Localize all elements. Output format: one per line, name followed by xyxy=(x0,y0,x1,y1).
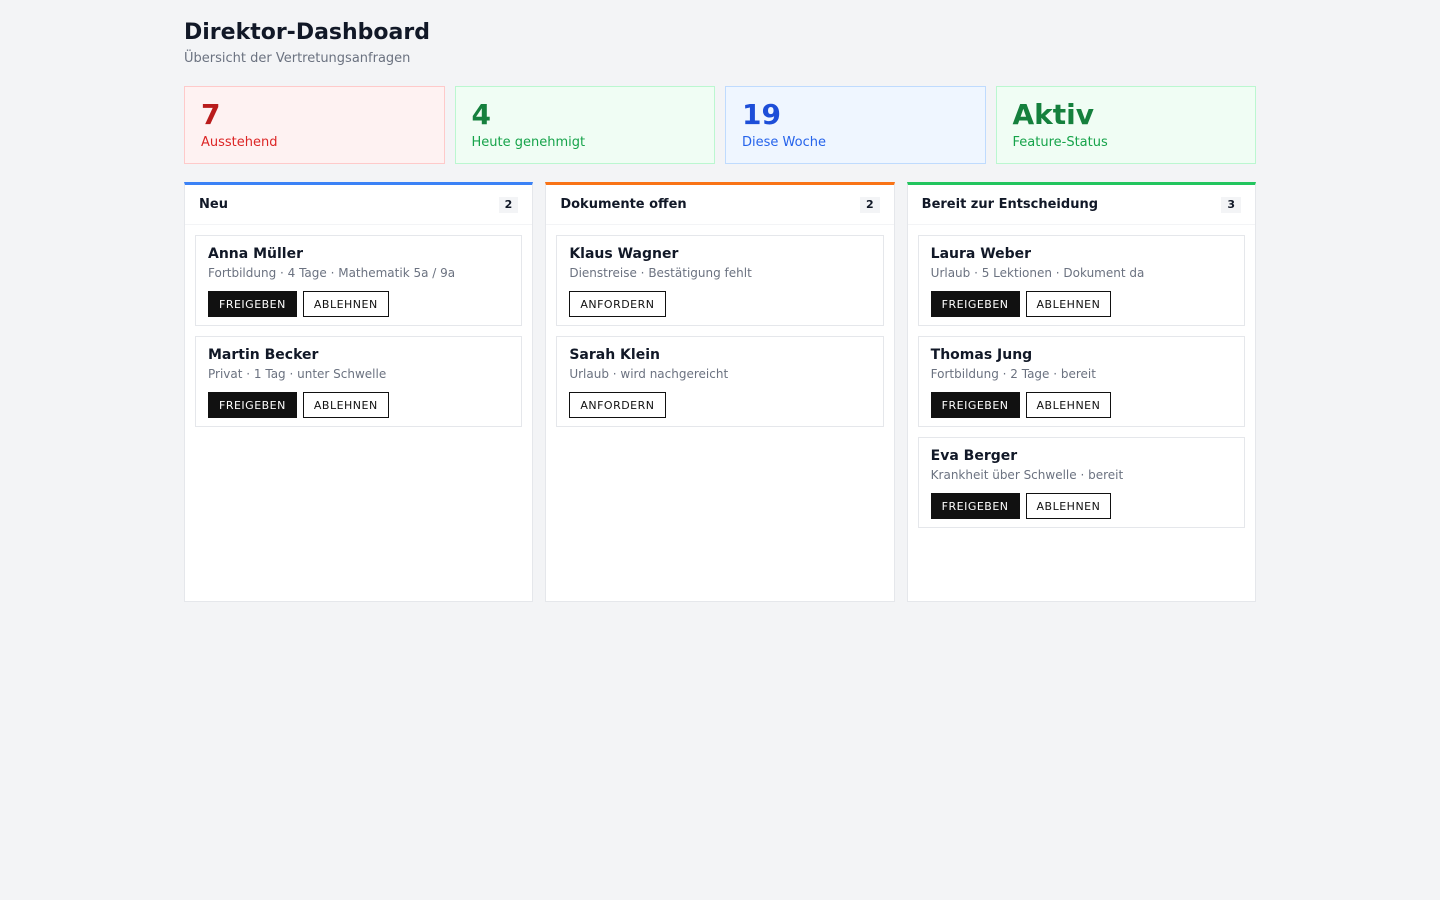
requester-name: Eva Berger xyxy=(930,448,1018,464)
request-documents-button[interactable]: ANFORDERN xyxy=(569,291,666,317)
column-title: Bereit zur Entscheidung xyxy=(921,197,1099,212)
card-actions: ANFORDERN xyxy=(569,291,870,317)
request-details: Krankheit über Schwelle · bereit xyxy=(930,468,1124,482)
reject-button[interactable]: ABLEHNEN xyxy=(302,392,389,418)
column-title: Dokumente offen xyxy=(560,197,687,212)
column-header: Neu 2 xyxy=(185,185,533,225)
column-header: Dokumente offen 2 xyxy=(546,185,894,225)
stat-card-this-week: 19 Diese Woche xyxy=(725,86,986,164)
request-card: Klaus Wagner Dienstreise · Bestätigung f… xyxy=(556,235,884,326)
requester-name: Sarah Klein xyxy=(569,347,660,363)
page-subtitle: Übersicht der Vertretungsanfragen xyxy=(184,51,411,66)
approve-button[interactable]: FREIGEBEN xyxy=(930,493,1020,519)
requester-name: Martin Becker xyxy=(208,347,319,363)
request-card: Martin Becker Privat · 1 Tag · unter Sch… xyxy=(195,336,523,427)
stat-value: Aktiv xyxy=(1012,98,1095,131)
stat-label: Ausstehend xyxy=(201,135,278,150)
column-count-badge: 2 xyxy=(498,196,519,213)
stat-value: 4 xyxy=(471,98,491,131)
stat-value: 7 xyxy=(201,98,221,131)
card-actions: FREIGEBEN ABLEHNEN xyxy=(930,493,1232,519)
request-documents-button[interactable]: ANFORDERN xyxy=(569,392,666,418)
column-header: Bereit zur Entscheidung 3 xyxy=(907,185,1255,225)
reject-button[interactable]: ABLEHNEN xyxy=(1025,291,1112,317)
request-card: Eva Berger Krankheit über Schwelle · ber… xyxy=(917,437,1245,528)
approve-button[interactable]: FREIGEBEN xyxy=(930,291,1020,317)
card-actions: FREIGEBEN ABLEHNEN xyxy=(930,291,1232,317)
request-card: Laura Weber Urlaub · 5 Lektionen · Dokum… xyxy=(917,235,1245,326)
card-actions: ANFORDERN xyxy=(569,392,870,418)
column-new: Neu 2 Anna Müller Fortbildung · 4 Tage ·… xyxy=(184,182,534,602)
reject-button[interactable]: ABLEHNEN xyxy=(1025,493,1112,519)
column-count-badge: 2 xyxy=(860,196,880,213)
stat-card-feature-status: Aktiv Feature-Status xyxy=(995,86,1256,164)
column-body: Laura Weber Urlaub · 5 Lektionen · Dokum… xyxy=(908,225,1255,548)
kanban-board: Neu 2 Anna Müller Fortbildung · 4 Tage ·… xyxy=(184,182,1256,602)
request-details: Urlaub · 5 Lektionen · Dokument da xyxy=(930,266,1145,280)
stat-label: Diese Woche xyxy=(742,135,826,150)
column-body: Klaus Wagner Dienstreise · Bestätigung f… xyxy=(546,225,893,447)
request-card: Thomas Jung Fortbildung · 2 Tage · berei… xyxy=(917,336,1245,427)
stat-value: 19 xyxy=(742,98,781,131)
card-actions: FREIGEBEN ABLEHNEN xyxy=(930,392,1232,418)
requester-name: Laura Weber xyxy=(930,246,1032,262)
requester-name: Klaus Wagner xyxy=(569,246,679,262)
stat-card-pending: 7 Ausstehend xyxy=(184,86,445,164)
card-actions: FREIGEBEN ABLEHNEN xyxy=(208,392,509,418)
approve-button[interactable]: FREIGEBEN xyxy=(930,392,1020,418)
card-actions: FREIGEBEN ABLEHNEN xyxy=(208,291,509,317)
request-card: Anna Müller Fortbildung · 4 Tage · Mathe… xyxy=(195,235,523,326)
approve-button[interactable]: FREIGEBEN xyxy=(208,392,297,418)
requester-name: Anna Müller xyxy=(208,246,303,262)
stat-card-approved-today: 4 Heute genehmigt xyxy=(454,86,715,164)
stats-row: 7 Ausstehend 4 Heute genehmigt 19 Diese … xyxy=(184,86,1256,164)
column-count-badge: 3 xyxy=(1221,196,1241,213)
request-details: Fortbildung · 4 Tage · Mathematik 5a / 9… xyxy=(208,266,456,280)
request-details: Urlaub · wird nachgereicht xyxy=(569,367,729,381)
request-details: Fortbildung · 2 Tage · bereit xyxy=(930,367,1096,381)
approve-button[interactable]: FREIGEBEN xyxy=(208,291,297,317)
reject-button[interactable]: ABLEHNEN xyxy=(302,291,389,317)
request-card: Sarah Klein Urlaub · wird nachgereicht A… xyxy=(556,336,884,427)
column-title: Neu xyxy=(199,197,228,212)
column-documents-open: Dokumente offen 2 Klaus Wagner Dienstrei… xyxy=(545,182,895,602)
stat-label: Feature-Status xyxy=(1012,135,1108,150)
reject-button[interactable]: ABLEHNEN xyxy=(1025,392,1112,418)
page-title: Direktor-Dashboard xyxy=(184,20,430,45)
request-details: Privat · 1 Tag · unter Schwelle xyxy=(208,367,387,381)
dashboard-page: Direktor-Dashboard Übersicht der Vertret… xyxy=(184,20,1256,602)
column-body: Anna Müller Fortbildung · 4 Tage · Mathe… xyxy=(185,225,532,447)
requester-name: Thomas Jung xyxy=(930,347,1033,363)
stat-label: Heute genehmigt xyxy=(471,135,586,150)
request-details: Dienstreise · Bestätigung fehlt xyxy=(569,266,752,280)
column-ready-for-decision: Bereit zur Entscheidung 3 Laura Weber Ur… xyxy=(906,182,1256,602)
